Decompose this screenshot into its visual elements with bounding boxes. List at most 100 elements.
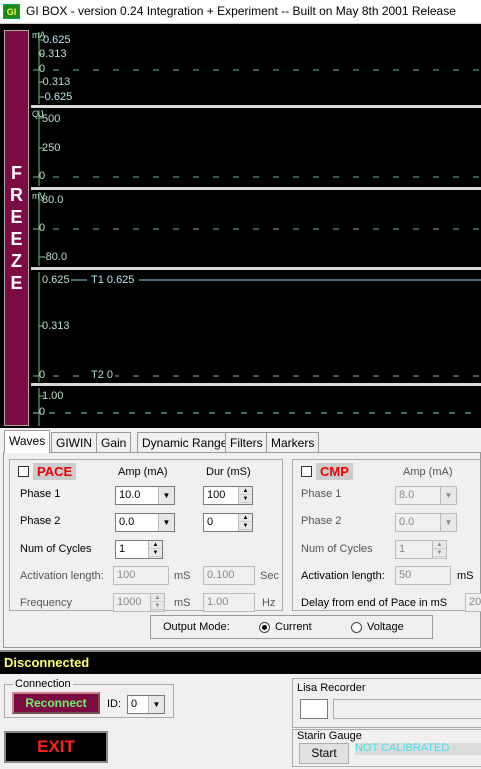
- pace-activation-sec-field: 0.100: [203, 566, 255, 585]
- waves-panel: PACE Amp (mA) Dur (mS) Phase 1 10.0 ▼ 10…: [3, 452, 481, 648]
- channel-1-trace: [33, 32, 481, 104]
- device-id-label: ID:: [107, 698, 122, 710]
- cmp-activation-label: Activation length:: [301, 570, 385, 582]
- app-icon: GI: [3, 4, 20, 19]
- channel-2-tick: 0: [39, 170, 46, 182]
- strain-calibration-status: NOT CALIBRATED: [355, 742, 450, 754]
- channel-3-tick: 80.0: [42, 194, 64, 206]
- spinner-arrows-icon: ▲ ▼: [150, 594, 164, 611]
- cmp-group: CMP Amp (mA) Phase 1 8.0 ▼ Phase 2 0.0 ▼…: [292, 459, 481, 612]
- channel-5-trace: [33, 388, 481, 426]
- channel-1-tick: 0.313: [39, 48, 67, 60]
- lisa-recorder-input[interactable]: [300, 699, 328, 719]
- tab-filters[interactable]: Filters: [225, 432, 268, 452]
- scope-channel-3[interactable]: mV 80.0 0 -80.0: [31, 190, 481, 270]
- tab-strip: Waves GIWIN Gain Dynamic Range Filters M…: [0, 430, 481, 453]
- chevron-down-icon: ▼: [440, 514, 456, 531]
- voltage-radio-label[interactable]: Voltage: [367, 621, 404, 633]
- tab-dynamic-range[interactable]: Dynamic Range: [137, 432, 233, 452]
- freeze-letter: Z: [11, 251, 22, 271]
- cmp-activation-field[interactable]: 50: [395, 566, 451, 585]
- scope-channel-5[interactable]: 1.00 0: [31, 386, 481, 426]
- pace-dur-header: Dur (mS): [206, 466, 251, 478]
- tab-waves[interactable]: Waves: [4, 430, 51, 453]
- spinner-arrows-icon[interactable]: ▲ ▼: [238, 514, 252, 531]
- connection-group: Connection Reconnect ID: 0 ▼: [4, 678, 174, 718]
- strain-start-button[interactable]: Start: [299, 743, 349, 764]
- pace-phase1-dur-value: 100: [207, 489, 226, 501]
- spinner-arrows-icon[interactable]: ▲ ▼: [148, 541, 162, 558]
- cmp-cycles-label: Num of Cycles: [301, 543, 373, 555]
- cmp-delay-label: Delay from end of Pace in mS: [301, 597, 448, 609]
- channel-2-tick: 500: [42, 113, 61, 125]
- tab-markers[interactable]: Markers: [266, 432, 320, 452]
- pace-phase1-dur-spinner[interactable]: 100 ▲ ▼: [203, 486, 253, 505]
- pace-phase2-amp-select[interactable]: 0.0 ▼: [115, 513, 175, 532]
- freeze-letter: R: [10, 185, 23, 205]
- freeze-letter: E: [10, 229, 23, 249]
- title-bar: GI GI BOX - version 0.24 Integration + E…: [0, 0, 481, 24]
- pace-activation-unit: mS: [174, 570, 191, 582]
- cmp-phase2-amp-select: 0.0 ▼: [395, 513, 457, 532]
- cmp-amp-header: Amp (mA): [403, 466, 453, 478]
- pace-phase2-dur-spinner[interactable]: 0 ▲ ▼: [203, 513, 253, 532]
- freeze-button[interactable]: F R E E Z E: [4, 30, 29, 426]
- pace-phase1-amp-select[interactable]: 10.0 ▼: [115, 486, 175, 505]
- scope-channel-2[interactable]: QJ 500 250 0: [31, 108, 481, 190]
- channel-4-tick: 0.625: [42, 274, 70, 286]
- cmp-phase2-amp-value: 0.0: [399, 516, 415, 528]
- cmp-cycles-value: 1: [399, 543, 406, 555]
- pace-label: PACE: [33, 463, 77, 480]
- cmp-checkbox[interactable]: [301, 466, 312, 477]
- pace-frequency-spinner: 1000 ▲ ▼: [113, 593, 165, 612]
- pace-frequency-value: 1000: [117, 596, 142, 608]
- tab-gain[interactable]: Gain: [96, 432, 132, 452]
- pace-phase2-dur-value: 0: [207, 516, 214, 528]
- exit-button[interactable]: EXIT: [4, 731, 108, 763]
- output-mode-group: Output Mode: Current Voltage: [150, 615, 433, 639]
- cmp-phase1-label: Phase 1: [301, 488, 342, 500]
- device-id-select[interactable]: 0 ▼: [127, 695, 165, 714]
- cmp-activation-unit: mS: [457, 570, 474, 582]
- scope-channel-1[interactable]: mA 0.625 0.313 0 -0.313 -0.625: [31, 30, 481, 108]
- channel-3-trace: [33, 192, 481, 266]
- spinner-arrows-icon[interactable]: ▲ ▼: [238, 487, 252, 504]
- channel-3-tick: 0: [39, 222, 46, 234]
- cmp-delay-field[interactable]: 20: [465, 593, 481, 612]
- cmp-cycles-spinner: 1 ▲ ▼: [395, 540, 447, 559]
- cmp-label: CMP: [316, 463, 353, 480]
- channel-5-tick: 0: [39, 406, 46, 418]
- pace-cycles-spinner[interactable]: 1 ▲ ▼: [115, 540, 163, 559]
- pace-phase1-amp-value: 10.0: [119, 489, 141, 501]
- spinner-arrows-icon: ▲ ▼: [432, 541, 446, 558]
- pace-phase2-amp-value: 0.0: [119, 516, 135, 528]
- scope-channel-4[interactable]: 0.625 T1 0.625 0.313 0 T2 0: [31, 270, 481, 386]
- cursor-t1-label: T1 0.625: [91, 274, 135, 286]
- pace-frequency-label: Frequency: [20, 597, 72, 609]
- pace-activation-label: Activation length:: [20, 570, 104, 582]
- reconnect-button[interactable]: Reconnect: [12, 692, 100, 714]
- pace-checkbox[interactable]: [18, 466, 29, 477]
- tab-giwin[interactable]: GIWIN: [51, 432, 97, 452]
- channel-4-trace: [33, 272, 481, 382]
- pace-frequency-hz-field: 1.00: [203, 593, 255, 612]
- channel-1-tick: 0.625: [43, 34, 71, 46]
- pace-cycles-label: Num of Cycles: [20, 543, 92, 555]
- current-radio-label[interactable]: Current: [275, 621, 312, 633]
- chevron-down-icon[interactable]: ▼: [158, 514, 174, 531]
- pace-amp-header: Amp (mA): [118, 466, 168, 478]
- freeze-letter: E: [10, 207, 23, 227]
- voltage-radio[interactable]: [351, 622, 362, 633]
- channel-1-tick: 0: [39, 63, 46, 75]
- pace-cycles-value: 1: [119, 543, 126, 555]
- channel-5-tick: 1.00: [42, 390, 64, 402]
- pace-sec-unit: Sec: [260, 570, 279, 582]
- connection-status-bar: Disconnected: [0, 650, 481, 674]
- channel-3-tick: -80.0: [42, 251, 68, 263]
- chevron-down-icon[interactable]: ▼: [148, 696, 164, 713]
- channel-1-tick: -0.625: [41, 91, 73, 103]
- lisa-recorder-title: Lisa Recorder: [297, 682, 366, 694]
- chevron-down-icon[interactable]: ▼: [158, 487, 174, 504]
- current-radio[interactable]: [259, 622, 270, 633]
- pace-frequency-unit: mS: [174, 597, 191, 609]
